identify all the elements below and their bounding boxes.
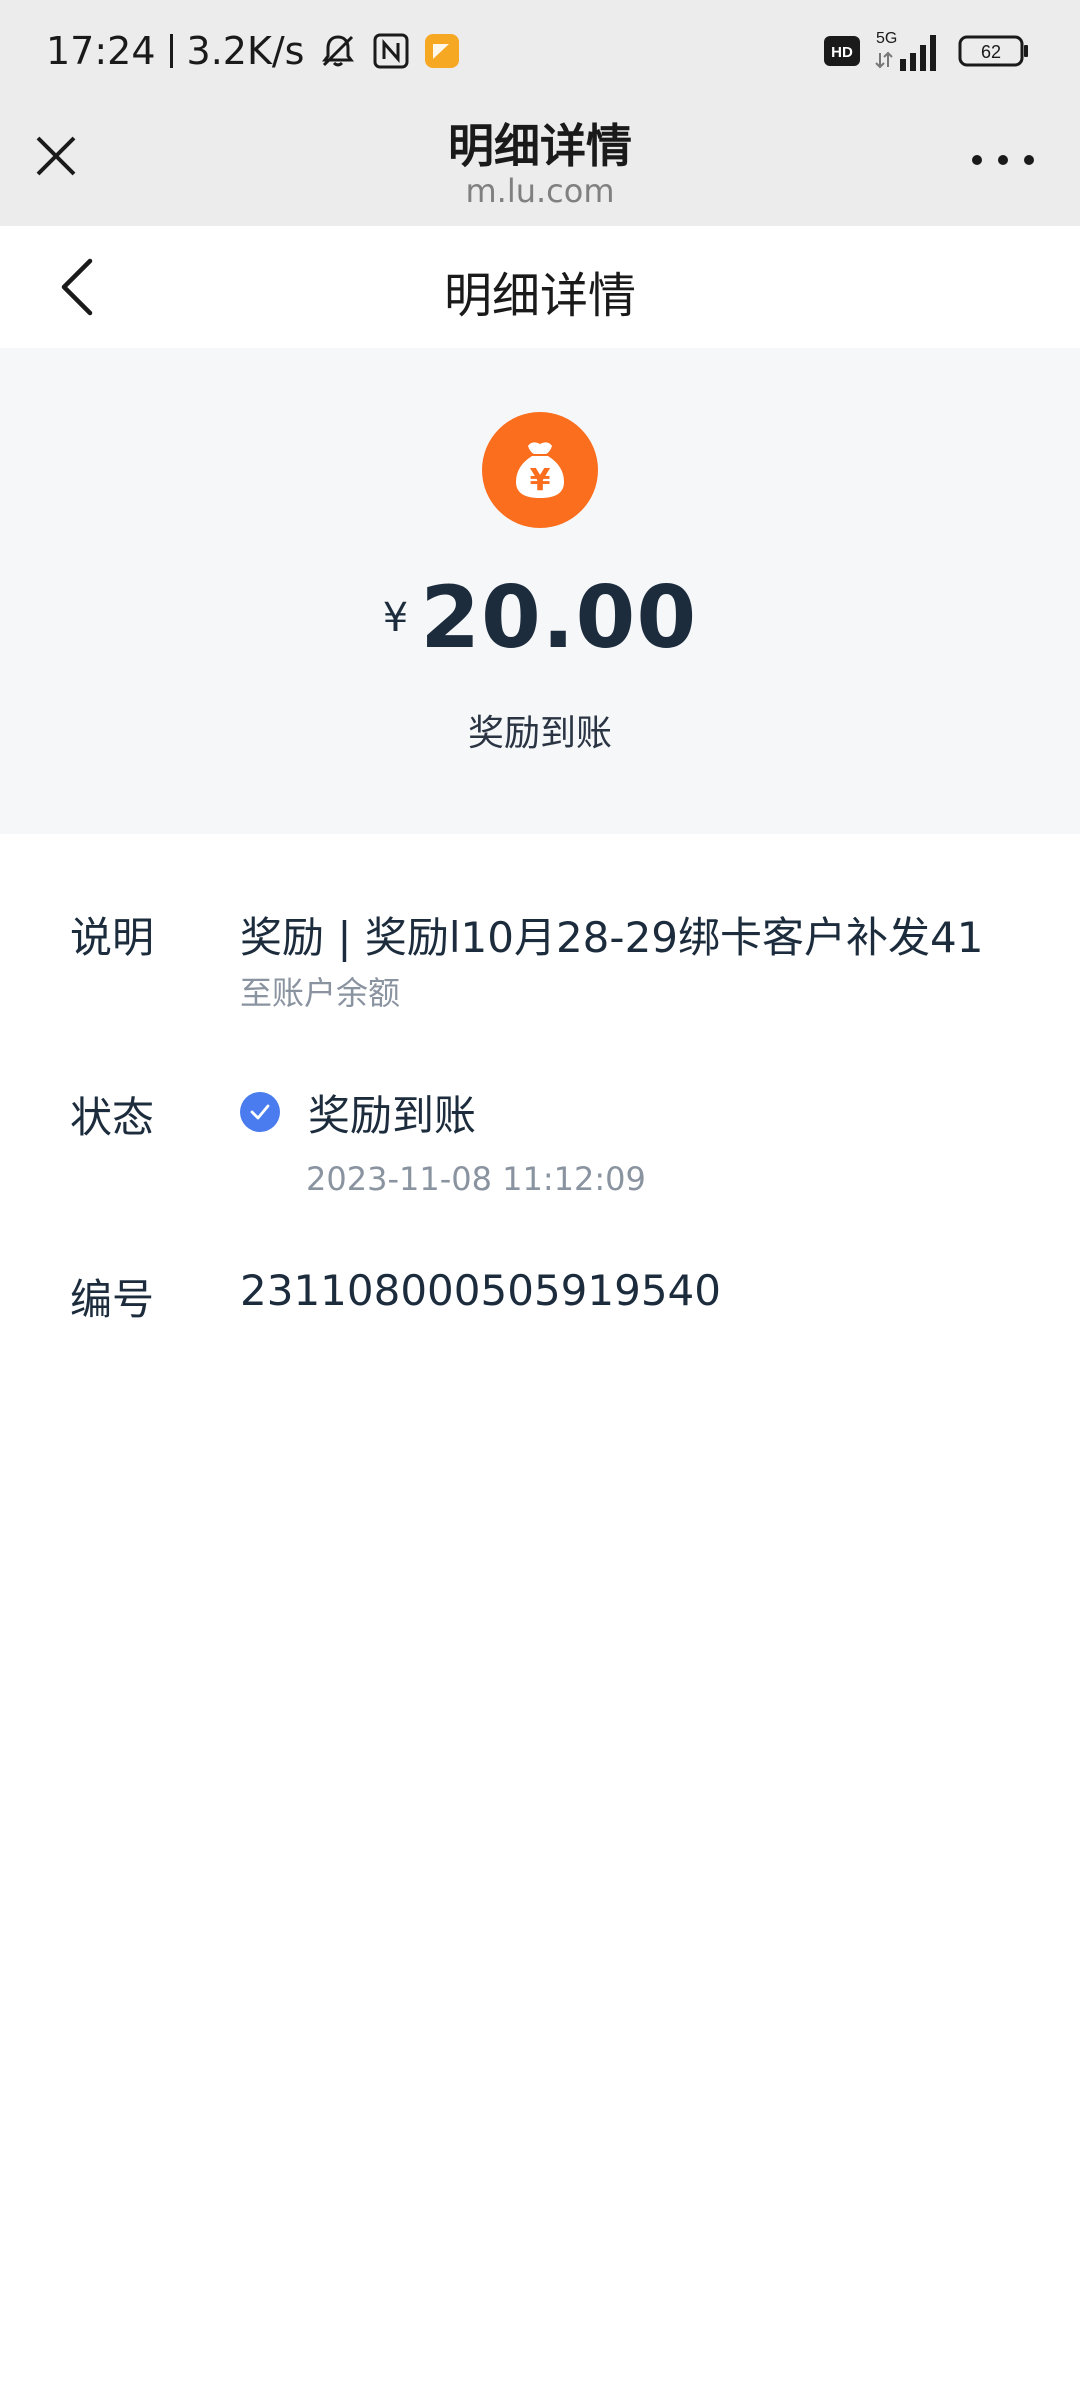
status-bar-left: 17:24 3.2K/s (46, 26, 460, 76)
description-value: 奖励 | 奖励l10月28-29绑卡客户补发41 (240, 913, 984, 962)
status-bar: 17:24 3.2K/s HD 5G 62 (0, 0, 1080, 100)
status-value: 奖励到账 (308, 1090, 477, 1140)
status-line: 奖励到账 (240, 1084, 476, 1140)
signal-icon: 5G (874, 29, 944, 73)
amount-display: ¥20.00 (0, 568, 1080, 668)
description-sub: 至账户余额 (240, 974, 401, 1012)
browser-title: 明细详情 (448, 119, 632, 173)
network-type-text: 5G (876, 30, 897, 47)
nfc-icon (372, 32, 410, 70)
hd-badge-text: HD (831, 44, 853, 61)
check-circle-icon (240, 1092, 280, 1132)
detail-row-number: 编号 231108000505919540 (0, 1266, 1080, 1346)
page-title: 明细详情 (443, 268, 636, 324)
browser-url: m.lu.com (465, 172, 615, 210)
number-label: 编号 (70, 1275, 155, 1324)
amount-summary: ¥ ¥20.00 奖励到账 (0, 348, 1080, 834)
more-button[interactable] (972, 140, 1034, 180)
status-divider (169, 34, 173, 68)
status-network-speed: 3.2K/s (186, 29, 305, 73)
status-time: 17:24 (46, 29, 156, 73)
money-bag-icon: ¥ (482, 412, 598, 528)
battery-level-text: 62 (981, 42, 1001, 62)
page-header: 明细详情 (0, 226, 1080, 348)
browser-bar: 明细详情 m.lu.com (0, 100, 1080, 226)
more-icon-dot (998, 155, 1008, 165)
currency-symbol: ¥ (382, 595, 409, 641)
detail-row-description: 说明 奖励 | 奖励l10月28-29绑卡客户补发41 至账户余额 (0, 904, 1080, 1044)
description-label: 说明 (70, 913, 155, 962)
more-icon-dot (1024, 155, 1034, 165)
money-bag-symbol: ¥ (530, 463, 551, 498)
battery-icon: 62 (958, 35, 1030, 67)
more-icon-dot (972, 155, 982, 165)
amount-value: 20.00 (420, 568, 698, 668)
hero-status-text: 奖励到账 (467, 713, 612, 754)
hd-icon: HD (824, 36, 860, 66)
detail-row-status: 状态 奖励到账 2023-11-08 11:12:09 (0, 1084, 1080, 1224)
status-bar-right: HD 5G 62 (824, 26, 1030, 76)
number-value: 231108000505919540 (240, 1266, 721, 1315)
status-label: 状态 (70, 1093, 155, 1142)
bell-off-icon (318, 31, 358, 71)
status-time: 2023-11-08 11:12:09 (306, 1160, 646, 1198)
app-notification-icon (424, 33, 460, 69)
